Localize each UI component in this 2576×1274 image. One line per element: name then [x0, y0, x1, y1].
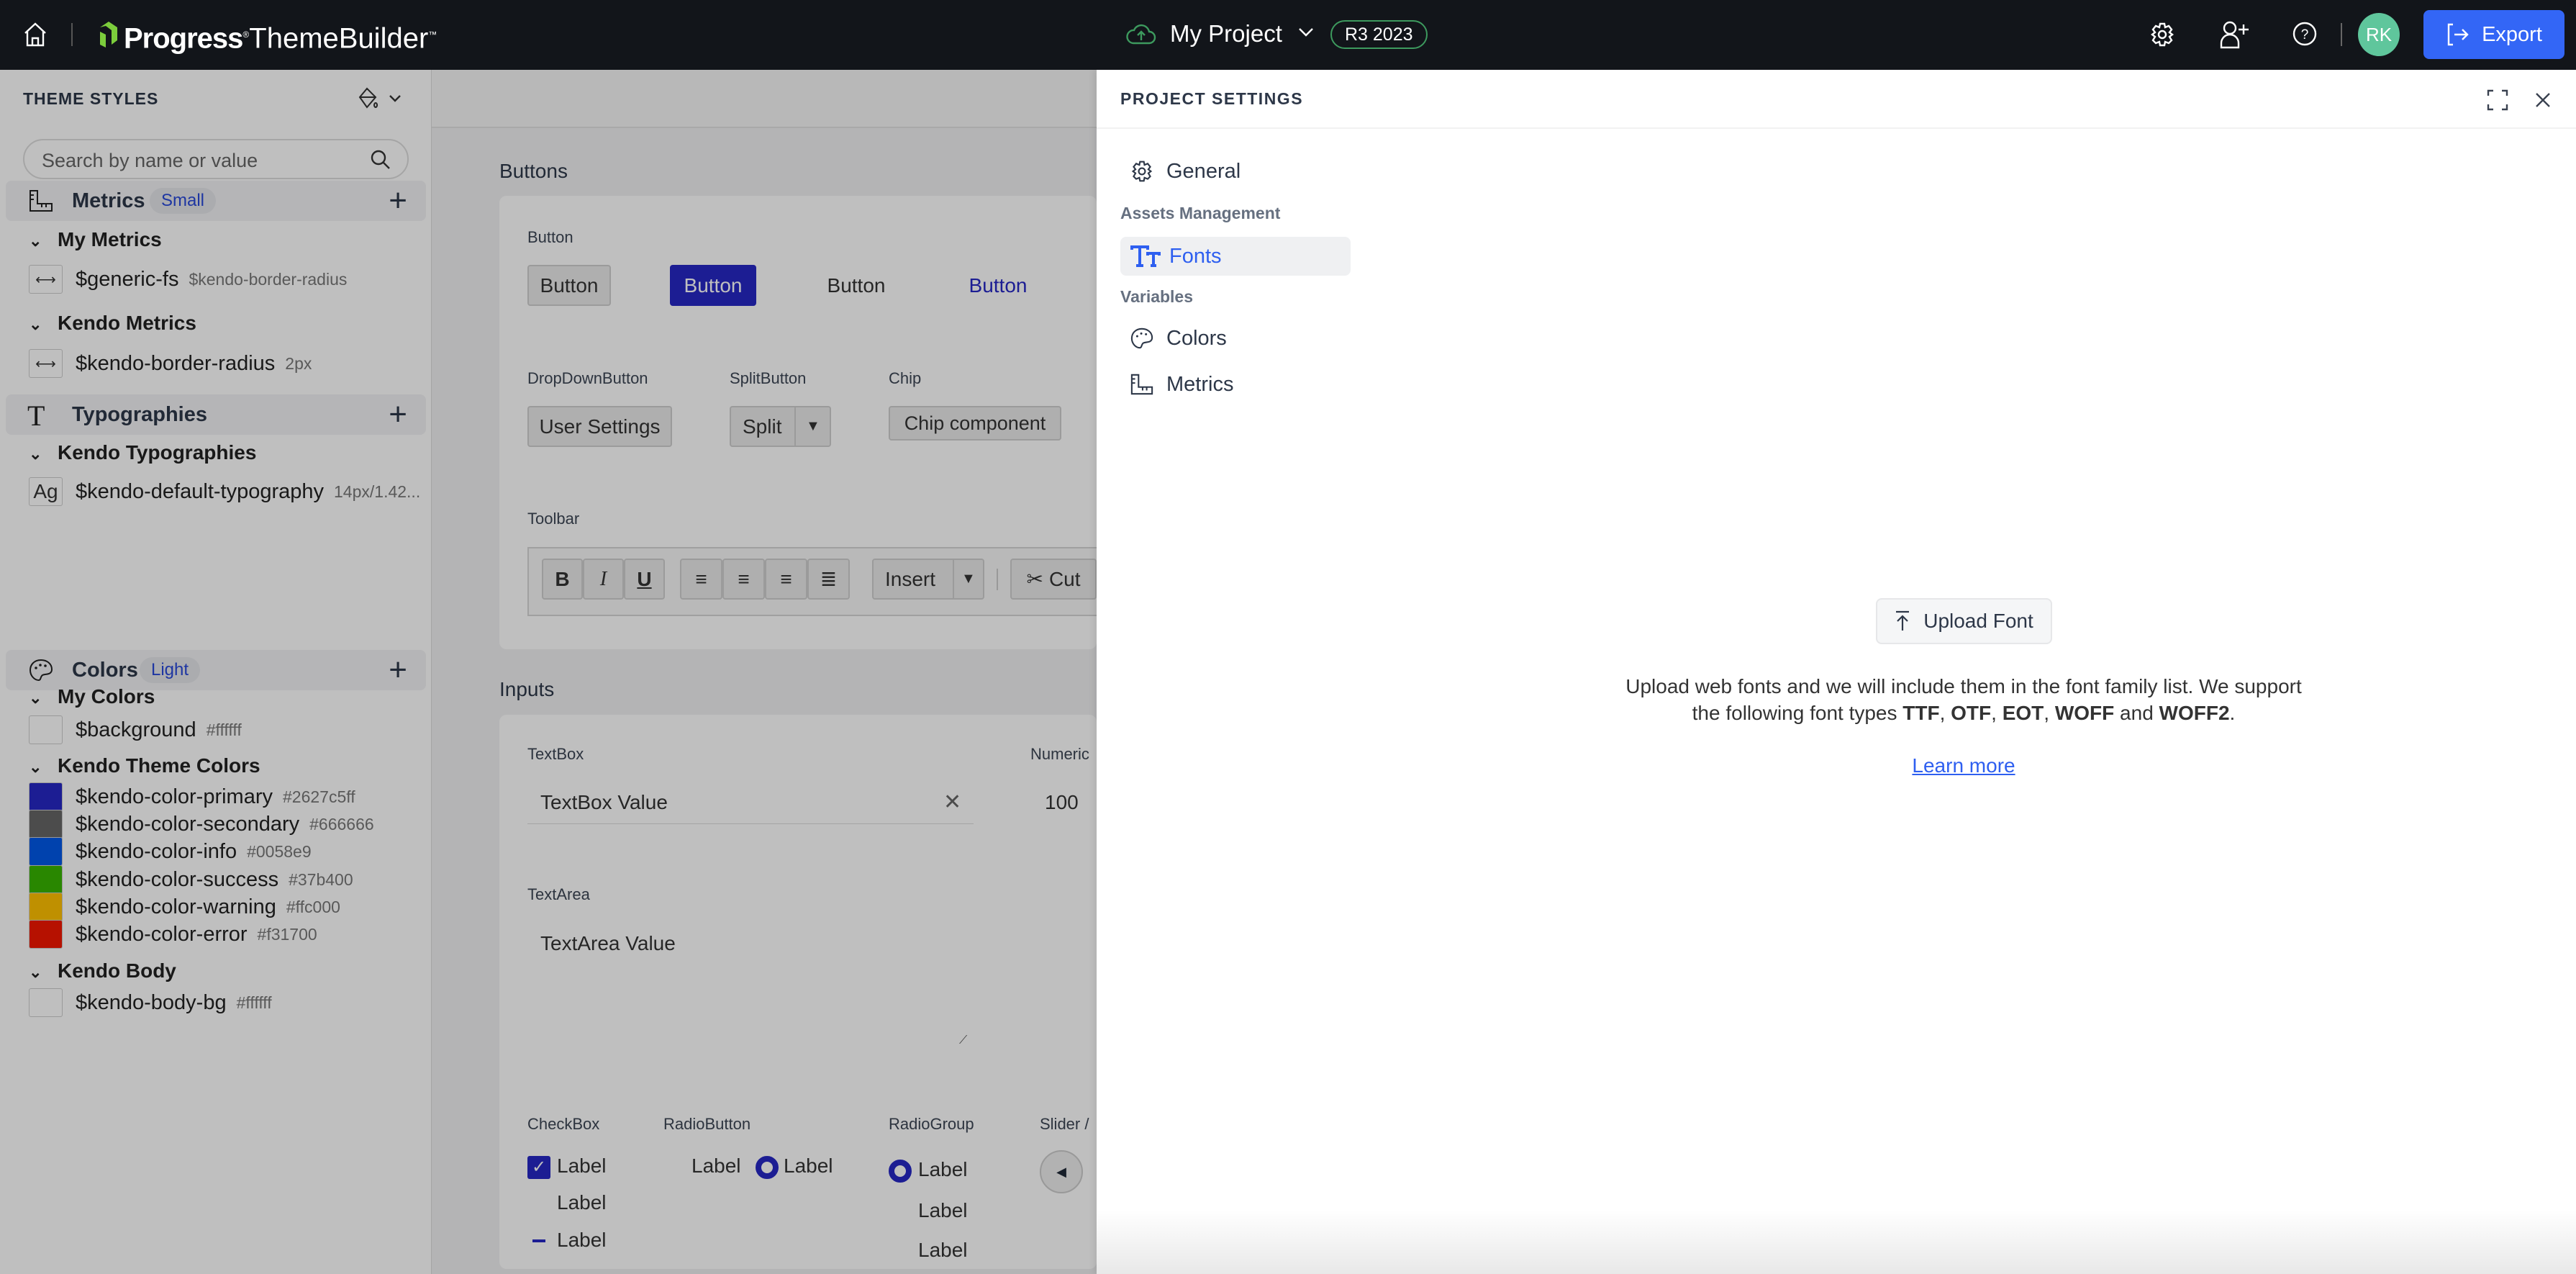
export-icon: [2447, 23, 2469, 46]
panel-title: PROJECT SETTINGS: [1120, 89, 1304, 108]
close-icon[interactable]: [2534, 91, 2552, 109]
upload-font-button[interactable]: Upload Font: [1876, 598, 2052, 644]
modal-overlay[interactable]: [0, 70, 1097, 1274]
maximize-icon[interactable]: [2487, 89, 2508, 111]
nav-general[interactable]: General: [1120, 152, 1241, 191]
user-avatar[interactable]: RK: [2358, 13, 2400, 56]
home-icon[interactable]: [23, 22, 47, 48]
learn-more-wrap: Learn more: [1097, 754, 2576, 777]
app-logo[interactable]: Progress®ThemeBuilder™: [124, 19, 437, 54]
progress-logo-icon: [100, 22, 117, 48]
chevron-down-icon[interactable]: [1298, 27, 1314, 37]
font-size-icon: [1130, 245, 1161, 267]
nav-fonts[interactable]: Fonts: [1120, 237, 1351, 276]
project-name[interactable]: My Project: [1170, 20, 1282, 48]
divider: [2341, 23, 2342, 46]
nav-heading: Variables: [1120, 287, 1194, 306]
palette-icon: [1130, 327, 1153, 349]
nav-heading: Assets Management: [1120, 204, 1281, 222]
project-settings-panel: PROJECT SETTINGS General Assets Manageme…: [1097, 70, 2576, 1274]
add-user-icon[interactable]: [2219, 20, 2249, 49]
gear-icon: [1131, 161, 1153, 182]
nav-metrics[interactable]: Metrics: [1120, 365, 1233, 404]
nav-colors[interactable]: Colors: [1120, 319, 1227, 358]
top-bar: Progress®ThemeBuilder™ My Project R3 202…: [0, 0, 2576, 70]
bottom-shadow: [1097, 1209, 2576, 1274]
cloud-upload-icon: [1126, 24, 1156, 45]
svg-text:?: ?: [2301, 27, 2309, 42]
upload-description: Upload web fonts and we will include the…: [1625, 675, 2302, 724]
ruler-icon: [1130, 374, 1153, 395]
export-button[interactable]: Export: [2423, 10, 2564, 59]
export-label: Export: [2482, 22, 2542, 46]
upload-icon: [1896, 610, 1910, 631]
learn-more-link[interactable]: Learn more: [1912, 754, 2015, 777]
settings-gear-icon[interactable]: [2150, 22, 2174, 48]
version-badge: R3 2023: [1330, 20, 1428, 49]
help-icon[interactable]: ?: [2292, 21, 2318, 47]
divider: [71, 23, 73, 46]
divider: [1097, 127, 2576, 129]
